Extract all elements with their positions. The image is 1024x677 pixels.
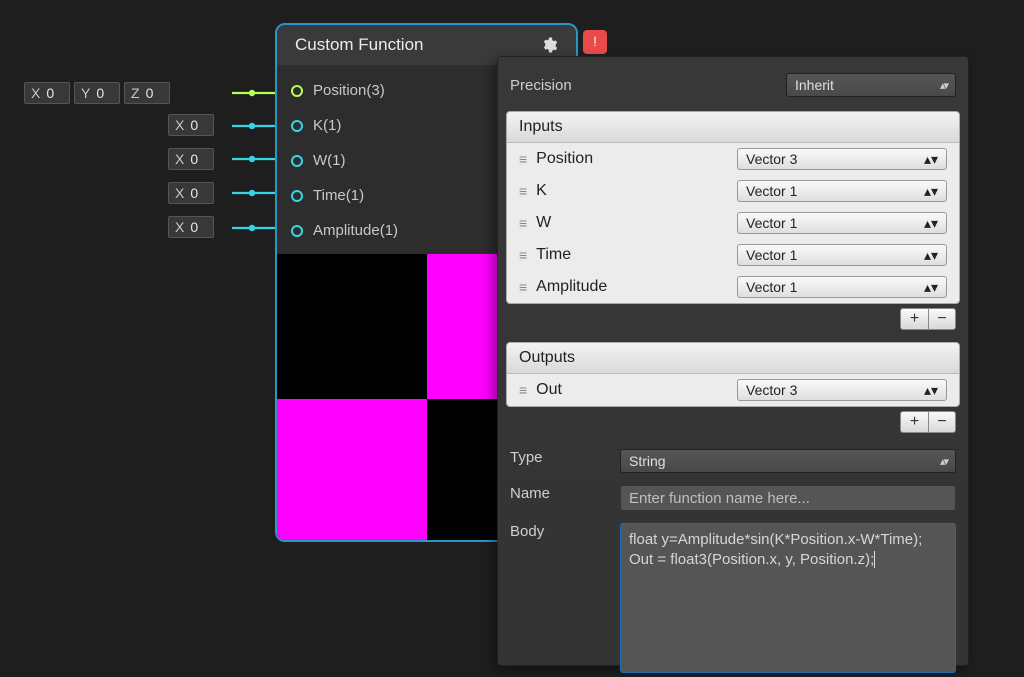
node-title: Custom Function	[295, 35, 424, 55]
output-row[interactable]: ≡OutVector 3▴▾	[507, 374, 959, 406]
remove-output-button[interactable]: −	[928, 411, 956, 433]
type-dropdown[interactable]: Vector 1▴▾	[737, 244, 947, 266]
inputs-section: Inputs ≡PositionVector 3▴▾ ≡KVector 1▴▾ …	[506, 111, 960, 304]
outputs-header: Outputs	[507, 343, 959, 374]
ext-k[interactable]: X0	[168, 114, 214, 136]
ext-x0[interactable]: X0	[24, 82, 70, 104]
type-dropdown[interactable]: Vector 3▴▾	[737, 379, 947, 401]
type-dropdown[interactable]: Vector 3▴▾	[737, 148, 947, 170]
input-row-k: X0	[168, 114, 214, 136]
gear-icon[interactable]	[540, 36, 558, 54]
name-input[interactable]: Enter function name here...	[620, 485, 956, 511]
chevron-updown-icon: ▴▾	[940, 79, 947, 92]
input-row-w: X0	[168, 148, 214, 170]
port-label: Amplitude(1)	[313, 222, 398, 239]
body-textarea[interactable]: float y=Amplitude*sin(K*Position.x-W*Tim…	[620, 523, 956, 673]
type-dropdown[interactable]: Vector 1▴▾	[737, 212, 947, 234]
port-in-amplitude[interactable]	[291, 225, 303, 237]
add-output-button[interactable]: +	[900, 411, 928, 433]
ext-w[interactable]: X0	[168, 148, 214, 170]
port-in-w[interactable]	[291, 155, 303, 167]
input-row-position: X0 Y0 Z0	[24, 82, 170, 104]
body-label: Body	[510, 523, 620, 540]
inputs-header: Inputs	[507, 112, 959, 143]
warning-icon[interactable]	[583, 30, 607, 54]
port-label: K(1)	[313, 117, 341, 134]
ext-z0[interactable]: Z0	[124, 82, 170, 104]
type-dropdown[interactable]: Vector 1▴▾	[737, 276, 947, 298]
drag-handle-icon[interactable]: ≡	[519, 183, 526, 199]
input-row[interactable]: ≡PositionVector 3▴▾	[507, 143, 959, 175]
drag-handle-icon[interactable]: ≡	[519, 151, 526, 167]
port-in-position[interactable]	[291, 85, 303, 97]
input-row-time: X0	[168, 182, 214, 204]
port-in-k[interactable]	[291, 120, 303, 132]
input-row[interactable]: ≡AmplitudeVector 1▴▾	[507, 271, 959, 303]
port-label: W(1)	[313, 152, 346, 169]
inspector-panel: Precision Inherit ▴▾ Inputs ≡PositionVec…	[497, 56, 969, 666]
port-label: Position(3)	[313, 82, 385, 99]
type-label: Type	[510, 449, 620, 466]
ext-amplitude[interactable]: X0	[168, 216, 214, 238]
port-label: Time(1)	[313, 187, 364, 204]
drag-handle-icon[interactable]: ≡	[519, 215, 526, 231]
precision-label: Precision	[510, 77, 606, 94]
remove-input-button[interactable]: −	[928, 308, 956, 330]
add-input-button[interactable]: +	[900, 308, 928, 330]
type-dropdown[interactable]: Vector 1▴▾	[737, 180, 947, 202]
ext-time[interactable]: X0	[168, 182, 214, 204]
outputs-section: Outputs ≡OutVector 3▴▾	[506, 342, 960, 407]
port-in-time[interactable]	[291, 190, 303, 202]
input-row[interactable]: ≡KVector 1▴▾	[507, 175, 959, 207]
drag-handle-icon[interactable]: ≡	[519, 279, 526, 295]
chevron-updown-icon: ▴▾	[940, 455, 947, 468]
ext-y0[interactable]: Y0	[74, 82, 120, 104]
precision-dropdown[interactable]: Inherit ▴▾	[786, 73, 956, 97]
input-row-amplitude: X0	[168, 216, 214, 238]
name-label: Name	[510, 485, 620, 502]
input-row[interactable]: ≡WVector 1▴▾	[507, 207, 959, 239]
drag-handle-icon[interactable]: ≡	[519, 382, 526, 398]
drag-handle-icon[interactable]: ≡	[519, 247, 526, 263]
input-row[interactable]: ≡TimeVector 1▴▾	[507, 239, 959, 271]
type-dropdown[interactable]: String ▴▾	[620, 449, 956, 473]
